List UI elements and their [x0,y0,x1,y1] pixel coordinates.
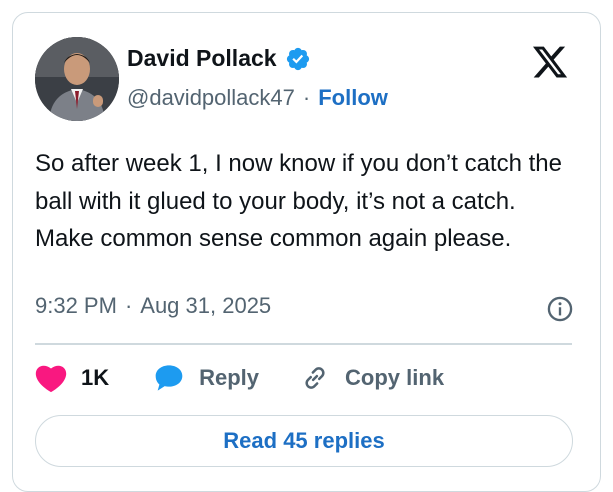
read-replies-button[interactable]: Read 45 replies [35,415,573,467]
tweet-timestamp[interactable]: 9:32 PM · Aug 31, 2025 [35,293,271,319]
reply-label: Reply [199,365,260,390]
x-logo-icon[interactable] [530,43,570,81]
copy-link-button[interactable]: Copy link [299,363,444,393]
link-icon [305,367,325,389]
heart-icon [35,365,67,393]
author-name[interactable]: David Pollack [127,45,277,72]
like-button[interactable]: 1K [35,363,109,393]
tweet-time: 9:32 PM [35,293,117,318]
follow-button[interactable]: Follow [318,85,388,111]
tweet-card[interactable]: David Pollack @davidpollack47 · Follow S… [12,12,601,492]
separator-dot: · [302,85,311,110]
tweet-text: So after week 1, I now know if you don’t… [35,150,562,252]
verified-badge-icon [286,47,309,70]
copy-link-label: Copy link [345,365,445,390]
tweet-date: Aug 31, 2025 [140,293,272,318]
author-handle-row: @davidpollack47 · Follow [127,85,388,111]
divider [35,343,572,345]
action-bar: 1K Reply Copy link [35,361,444,395]
author-handle[interactable]: @davidpollack47 [127,85,295,111]
avatar-image [35,37,119,121]
author-name-row: David Pollack [127,45,311,72]
like-count: 1K [81,365,110,390]
info-icon[interactable] [546,295,574,323]
avatar[interactable] [35,37,119,121]
separator-dot: · [124,293,133,318]
reply-button[interactable]: Reply [153,363,259,393]
reply-bubble-icon [155,365,183,391]
